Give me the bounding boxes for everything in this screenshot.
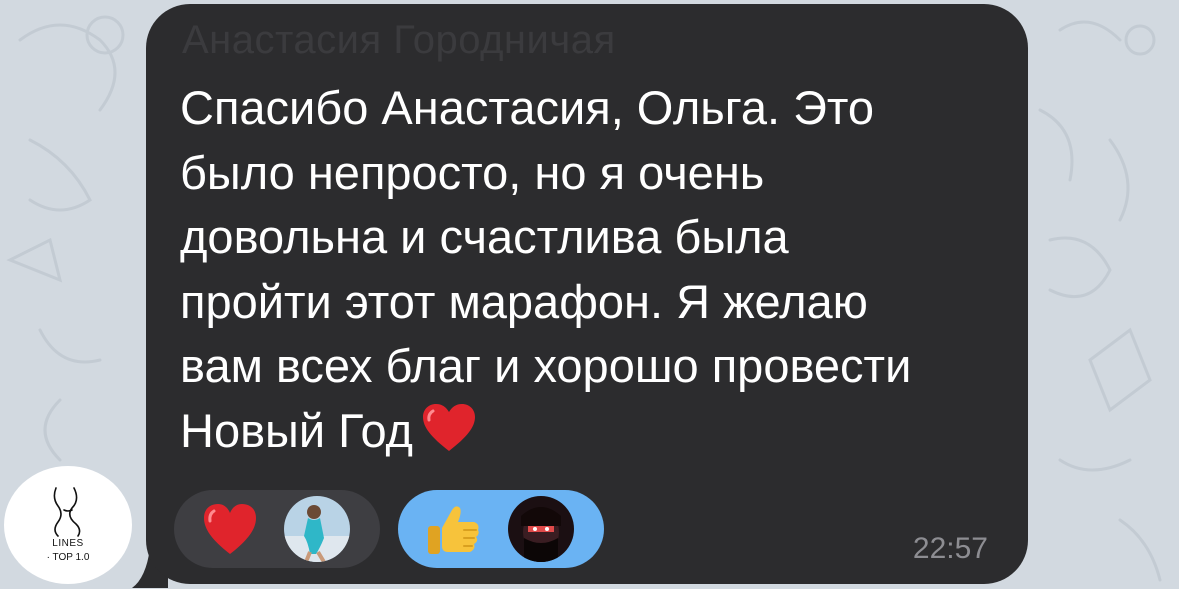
reaction-heart[interactable]	[174, 490, 380, 568]
message-line: было непросто, но я очень	[180, 145, 765, 199]
sender-name[interactable]: Анастасия Городничая	[182, 18, 616, 63]
reactor-avatar[interactable]	[284, 496, 350, 562]
red-heart-icon	[204, 504, 256, 554]
reactor-photo	[508, 496, 574, 562]
message-line: вам всех благ и хорошо провести	[180, 339, 912, 392]
message-line: пройти этот марафон. Я желаю	[180, 274, 868, 328]
avatar-label-top: · TOP 1.0	[46, 552, 90, 563]
sender-avatar[interactable]: LINES · TOP 1.0	[4, 466, 132, 584]
message-line: Спасибо Анастасия, Ольга. Это	[180, 81, 875, 134]
avatar-label-lines: LINES	[52, 538, 84, 549]
message-timestamp: 22:57	[912, 532, 988, 565]
reaction-thumbs-up[interactable]	[398, 490, 604, 568]
reactor-photo	[284, 496, 350, 562]
reactor-avatar[interactable]	[508, 496, 574, 562]
message-line-last: Новый Год	[180, 399, 1010, 464]
body-silhouette-icon	[53, 487, 81, 537]
message-bubble[interactable]: Анастасия Городничая Спасибо Анастасия, …	[146, 4, 1028, 584]
message-line: Новый Год	[180, 403, 413, 457]
message-line: довольна и счастлива была	[180, 210, 789, 263]
message-text: Спасибо Анастасия, Ольга. Это было непро…	[180, 76, 1010, 463]
heart-emoji-icon	[422, 403, 475, 451]
thumbs-up-icon	[428, 506, 479, 554]
